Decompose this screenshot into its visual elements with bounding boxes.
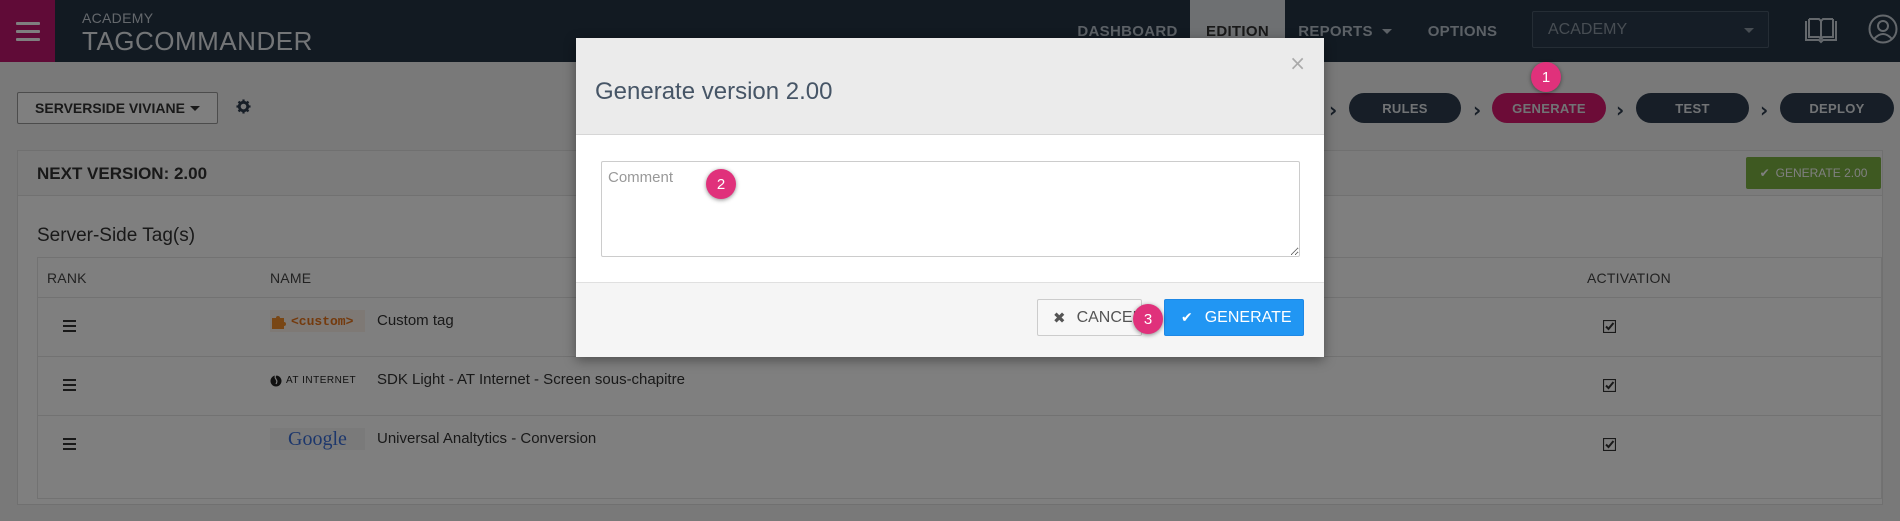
close-icon[interactable]: × [1289, 51, 1306, 75]
modal-footer: ✖ CANCEL ✔ GENERATE [576, 282, 1324, 357]
generate-button[interactable]: ✔ GENERATE [1164, 299, 1304, 336]
close-icon: ✖ [1053, 308, 1066, 327]
modal-title: Generate version 2.00 [595, 78, 833, 105]
step-badge-2: 2 [706, 169, 736, 199]
modal-header: Generate version 2.00 × [576, 38, 1324, 135]
step-badge-3: 3 [1133, 304, 1163, 334]
check-icon: ✔ [1181, 309, 1193, 326]
cancel-button[interactable]: ✖ CANCEL [1037, 299, 1142, 336]
generate-version-modal: Generate version 2.00 × ✖ CANCEL ✔ GENER… [576, 38, 1324, 357]
step-badge-1: 1 [1531, 62, 1561, 92]
comment-textarea[interactable] [601, 161, 1300, 257]
